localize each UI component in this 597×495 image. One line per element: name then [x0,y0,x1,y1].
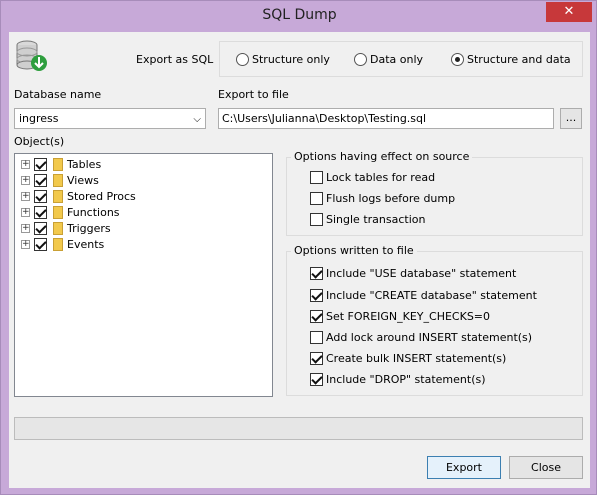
checkbox-include-use-database[interactable]: Include "USE database" statement [310,267,516,280]
source-options-title: Options having effect on source [291,150,473,163]
database-select[interactable]: ingress ⌵ [14,108,206,129]
tree-item-tables[interactable]: + Tables [21,156,101,172]
file-options-title: Options written to file [291,244,417,257]
checkbox-foreign-key-checks[interactable]: Set FOREIGN_KEY_CHECKS=0 [310,310,490,323]
tree-item-events[interactable]: + Events [21,236,104,252]
expand-icon[interactable]: + [21,223,30,233]
folder-icon [53,173,63,187]
checkbox-box [310,373,323,386]
checkbox-single-transaction[interactable]: Single transaction [310,213,425,226]
objects-label: Object(s) [14,135,65,148]
chevron-down-icon: ⌵ [193,114,201,125]
checkbox-label: Flush logs before dump [326,192,456,205]
expand-icon[interactable]: + [21,191,30,201]
source-options-group: Options having effect on source Lock tab… [286,150,583,236]
folder-icon [53,157,63,171]
dialog-client-area: Export as SQL Structure only Data only S… [9,32,590,488]
folder-icon [53,237,63,251]
radio-label: Structure and data [467,53,571,66]
checkbox-label: Include "DROP" statement(s) [326,373,486,386]
expand-icon[interactable]: + [21,207,30,217]
radio-label: Data only [370,53,424,66]
sql-dump-window: SQL Dump ✕ Export as SQL Structure only … [0,0,597,495]
folder-icon [53,189,63,203]
radio-structure-and-data[interactable]: Structure and data [451,53,571,66]
tree-item-label: Tables [67,157,102,171]
checkbox-lock-tables[interactable]: Lock tables for read [310,171,435,184]
tree-item-label: Events [67,237,105,251]
checkbox-box [310,171,323,184]
tree-checkbox[interactable] [34,205,47,219]
tree-checkbox[interactable] [34,157,47,171]
expand-icon[interactable]: + [21,239,30,249]
folder-icon [53,221,63,235]
tree-checkbox[interactable] [34,221,47,235]
checkbox-label: Add lock around INSERT statement(s) [326,331,533,344]
database-select-value: ingress [19,112,59,125]
tree-checkbox[interactable] [34,173,47,187]
tree-checkbox[interactable] [34,237,47,251]
radio-label: Structure only [252,53,330,66]
export-button[interactable]: Export [427,456,501,479]
tree-item-label: Functions [67,205,120,219]
checkbox-label: Single transaction [326,213,426,226]
export-file-path-input[interactable]: C:\Users\Julianna\Desktop\Testing.sql [218,108,554,129]
checkbox-label: Set FOREIGN_KEY_CHECKS=0 [326,310,491,323]
tree-item-label: Triggers [67,221,111,235]
checkbox-include-drop[interactable]: Include "DROP" statement(s) [310,373,486,386]
browse-button[interactable]: ... [560,108,582,129]
radio-dot [354,53,367,66]
checkbox-box [310,267,323,280]
close-window-icon[interactable]: ✕ [546,2,592,22]
checkbox-label: Include "CREATE database" statement [326,289,537,302]
expand-icon[interactable]: + [21,175,30,185]
database-export-icon [16,40,47,71]
expand-icon[interactable]: + [21,159,30,169]
radio-structure-only[interactable]: Structure only [236,53,330,66]
export-as-group: Structure only Data only Structure and d… [219,41,583,77]
checkbox-bulk-insert[interactable]: Create bulk INSERT statement(s) [310,352,506,365]
radio-data-only[interactable]: Data only [354,53,423,66]
export-to-file-label: Export to file [218,88,289,101]
checkbox-box [310,310,323,323]
tree-item-stored-procs[interactable]: + Stored Procs [21,188,136,204]
tree-item-label: Views [67,173,99,187]
checkbox-include-create-database[interactable]: Include "CREATE database" statement [310,289,537,302]
radio-dot [236,53,249,66]
checkbox-box [310,331,323,344]
file-options-group: Options written to file Include "USE dat… [286,244,583,396]
close-button[interactable]: Close [509,456,583,479]
export-as-label: Export as SQL [136,53,214,66]
objects-tree: + Tables + Views + Stored Procs + Functi… [14,153,273,397]
tree-item-label: Stored Procs [67,189,136,203]
folder-icon [53,205,63,219]
tree-checkbox[interactable] [34,189,47,203]
database-name-label: Database name [14,88,102,101]
checkbox-box [310,192,323,205]
checkbox-box [310,213,323,226]
checkbox-label: Include "USE database" statement [326,267,517,280]
checkbox-label: Create bulk INSERT statement(s) [326,352,507,365]
checkbox-box [310,289,323,302]
tree-item-views[interactable]: + Views [21,172,99,188]
checkbox-add-lock-insert[interactable]: Add lock around INSERT statement(s) [310,331,532,344]
checkbox-flush-logs[interactable]: Flush logs before dump [310,192,455,205]
tree-item-triggers[interactable]: + Triggers [21,220,111,236]
checkbox-box [310,352,323,365]
window-title: SQL Dump [262,7,337,23]
title-bar: SQL Dump ✕ [1,1,597,32]
checkbox-label: Lock tables for read [326,171,436,184]
radio-dot-selected [451,53,464,66]
export-progress-bar [14,417,583,440]
tree-item-functions[interactable]: + Functions [21,204,120,220]
